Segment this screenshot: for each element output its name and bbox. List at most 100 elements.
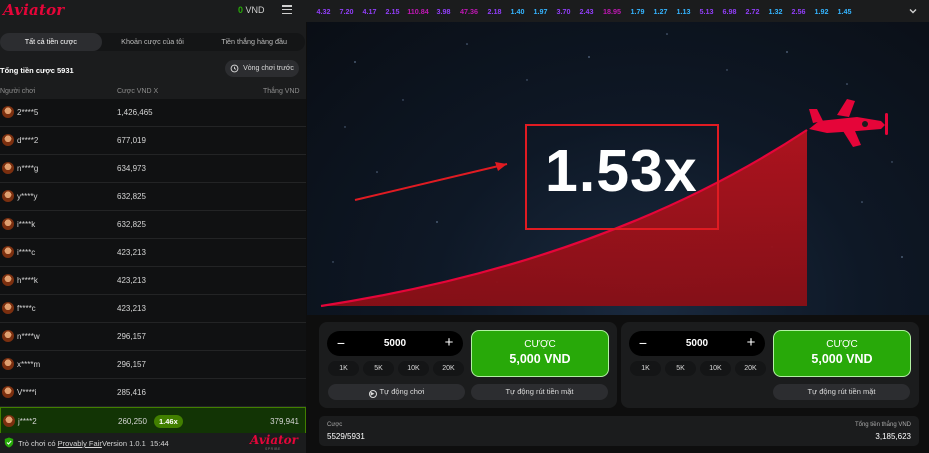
avatar [2,302,14,314]
place-bet-button[interactable]: CƯỢC 5,000 VND [471,330,609,377]
tab-top-wins[interactable]: Tiền thắng hàng đầu [203,33,305,51]
quick-bet-20k[interactable]: 20K [735,361,766,376]
history-multiplier[interactable]: 18.95 [598,7,626,16]
history-multiplier[interactable]: 4.32 [312,7,335,16]
bet-row: V****i 285,416 [0,379,306,407]
tab-all-bets[interactable]: Tất cả tiền cược [0,33,102,51]
player-name: V****i [17,388,37,397]
previous-round-button[interactable]: Vòng chơi trước [225,60,299,77]
avatar [2,190,14,202]
total-win-label: Tổng tiền thắng VND [854,422,911,428]
increase-bet-button[interactable]: + [743,335,759,351]
total-win-value: 3,185,623 [875,432,911,441]
avatar [2,386,14,398]
avatar [2,358,14,370]
provably-fair-link[interactable]: Provably Fair [58,439,102,448]
history-multiplier[interactable]: 4.17 [358,7,381,16]
history-multiplier[interactable]: 1.79 [626,7,649,16]
bet-button-label: CƯỢC [524,339,556,350]
history-multiplier[interactable]: 1.45 [833,7,856,16]
history-multiplier[interactable]: 47.36 [455,7,483,16]
bet-panel-1: − 5000 + 1K 5K 10K 20K CƯỢC 5,000 VND ▶ T… [319,322,617,408]
bets-tabs: Tất cả tiền cược Khoản cược của tôi Tiền… [0,33,305,51]
history-multiplier[interactable]: 6.98 [718,7,741,16]
auto-cashout-button[interactable]: Tự động rút tiền mặt [471,384,608,400]
game-canvas: 1.53x [307,22,929,315]
history-multiplier[interactable]: 1.92 [810,7,833,16]
balance-amount: 0 [238,5,244,15]
quick-bet-20k[interactable]: 20K [433,361,464,376]
auto-play-button[interactable]: ▶ Tự động chơi [328,384,465,400]
auto-cashout-button[interactable]: Tự động rút tiền mặt [773,384,910,400]
increase-bet-button[interactable]: + [441,335,457,351]
bet-amount: 634,973 [117,164,146,173]
bet-row: f****c 423,213 [0,295,306,323]
bet-amount: 423,213 [117,276,146,285]
player-name: j****2 [18,417,37,426]
history-multiplier[interactable]: 2.15 [381,7,404,16]
quick-bet-1k[interactable]: 1K [328,361,359,376]
history-multiplier[interactable]: 1.27 [649,7,672,16]
bets-list: 2****5 1,426,465 d****2 677,019 n****g 634,97… [0,99,306,435]
player-name: 2****5 [17,108,39,117]
previous-round-label: Vòng chơi trước [243,65,294,72]
avatar [2,162,14,174]
player-name: n****g [17,164,39,173]
player-name: n****w [17,332,40,341]
bet-amount-stepper[interactable]: − 5000 + [327,331,463,356]
history-dropdown-icon[interactable] [908,6,918,16]
history-multiplier[interactable]: 5.13 [695,7,718,16]
current-multiplier: 1.53x [545,138,698,204]
bet-amount: 632,825 [117,192,146,201]
bet-button-label: CƯỢC [826,339,858,350]
quick-bet-5k[interactable]: 5K [665,361,696,376]
bet-amount-stepper[interactable]: − 5000 + [629,331,765,356]
provably-fair-text[interactable]: Trò chơi có Provably Fair [18,439,102,448]
history-multiplier[interactable]: 1.40 [506,7,529,16]
annotation-arrow-head [495,162,507,171]
footer-aviator-logo: Aviator [250,433,298,447]
bet-row: y****y 632,825 [0,183,306,211]
column-win: Thắng VND [263,88,300,95]
history-clock-icon [230,64,239,73]
history-multiplier[interactable]: 2.72 [741,7,764,16]
round-stats-bar: Cược 5529/5931 Tổng tiền thắng VND 3,185… [319,416,919,446]
cashout-multiplier-badge: 1.46x [154,415,183,428]
hamburger-menu-icon[interactable] [282,5,292,15]
footer-logo-sub: SPRIBE [265,447,281,451]
history-multiplier[interactable]: 1.13 [672,7,695,16]
bet-row: j****2 260,250 1.46x 379,941 [0,407,306,435]
history-multiplier[interactable]: 110.84 [404,7,432,16]
place-bet-button[interactable]: CƯỢC 5,000 VND [773,330,911,377]
bet-row: 2****5 1,426,465 [0,99,306,127]
bet-amount: 260,250 [118,417,147,426]
player-name: h****k [17,276,38,285]
panel-footer: Trò chơi có Provably Fair Version 1.0.1 … [0,433,306,453]
avatar [2,218,14,230]
history-multiplier[interactable]: 2.18 [483,7,506,16]
player-name: i****c [17,248,36,257]
bet-button-amount: 5,000 VND [811,352,873,366]
quick-bet-10k[interactable]: 10K [398,361,429,376]
top-bar: Aviator 0 VND 4.32 7.20 4.17 2.15 110.84 3.98… [0,0,929,22]
bets-count-label: Cược [327,422,343,428]
bet-amount: 632,825 [117,220,146,229]
bet-amount: 677,019 [117,136,146,145]
history-multiplier[interactable]: 3.98 [432,7,455,16]
quick-bet-10k[interactable]: 10K [700,361,731,376]
column-player: Người chơi [0,88,36,95]
history-multiplier[interactable]: 2.43 [575,7,598,16]
tab-my-bets[interactable]: Khoản cược của tôi [102,33,204,51]
bet-amount: 296,157 [117,332,146,341]
bet-amount: 296,157 [117,360,146,369]
quick-bet-1k[interactable]: 1K [630,361,661,376]
history-multiplier[interactable]: 1.97 [529,7,552,16]
history-multiplier[interactable]: 1.32 [764,7,787,16]
avatar [2,330,14,342]
quick-bet-5k[interactable]: 5K [363,361,394,376]
history-multiplier[interactable]: 3.70 [552,7,575,16]
bet-row: i****c 423,213 [0,239,306,267]
win-amount: 379,941 [270,417,299,426]
history-multiplier[interactable]: 7.20 [335,7,358,16]
history-multiplier[interactable]: 2.56 [787,7,810,16]
